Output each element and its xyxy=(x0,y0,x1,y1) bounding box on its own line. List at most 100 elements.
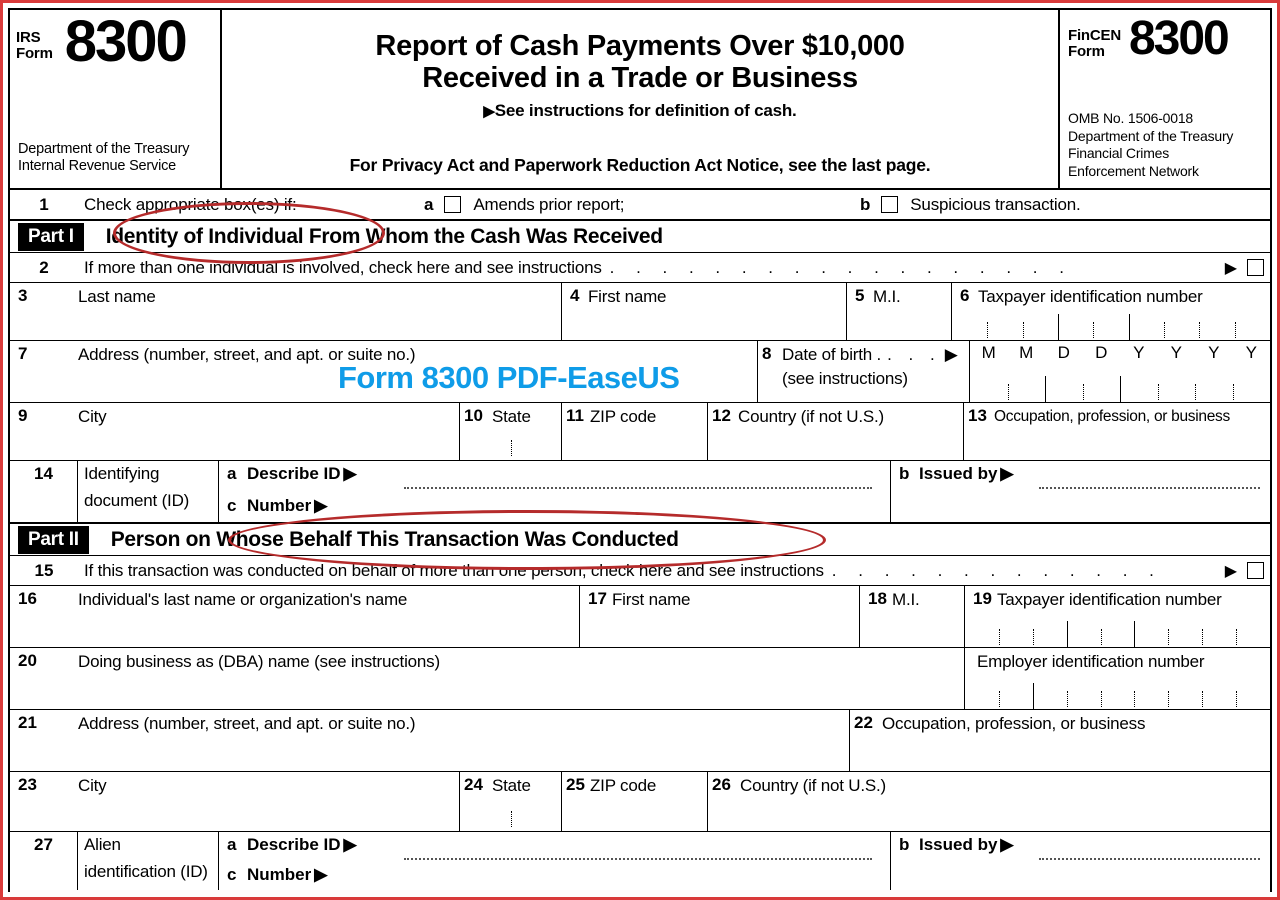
amends-prior-report-checkbox[interactable] xyxy=(443,195,461,213)
field-17-label: First name xyxy=(612,590,691,609)
field-10-state[interactable]: 10 State xyxy=(460,403,562,460)
field-18-middle-initial[interactable]: 18 M.I. xyxy=(860,586,965,647)
line-2-label: If more than one individual is involved,… xyxy=(84,257,602,277)
triangle-right-icon: ▶ xyxy=(944,345,958,364)
irs-form-label: IRS Form xyxy=(16,18,53,62)
field-14c-letter: c xyxy=(227,496,237,515)
field-10-number: 10 xyxy=(464,406,483,425)
fincen-form-label: FinCEN Form xyxy=(1068,18,1121,60)
line-1-option-b-label: Suspicious transaction. xyxy=(910,194,1081,214)
field-14b-entry-line[interactable] xyxy=(1039,487,1260,489)
field-8-date-of-birth[interactable]: 8 Date of birth . . . . ▶ (see instruction… xyxy=(758,341,970,402)
dob-h-y3: Y xyxy=(1208,343,1220,362)
row-20-dba-name: 20 Doing business as (DBA) name (see ins… xyxy=(10,648,1270,710)
field-14a-entry-line[interactable] xyxy=(404,487,872,489)
field-4-number: 4 xyxy=(570,286,580,305)
field-9-number: 9 xyxy=(18,406,28,425)
part-2-title: Person on Whose Behalf This Transaction … xyxy=(110,527,679,551)
part-1-title: Identity of Individual From Whom the Cas… xyxy=(105,224,663,248)
field-16-label: Individual's last name or organization's… xyxy=(78,590,408,609)
field-7-number: 7 xyxy=(18,344,28,363)
ein-grid[interactable] xyxy=(965,683,1270,709)
triangle-right-icon: ▶ xyxy=(1224,259,1237,277)
field-14-label-line2: document (ID) xyxy=(84,491,190,510)
field-18-label: M.I. xyxy=(892,590,920,609)
field-7-address[interactable]: 7 Address (number, street, and apt. or s… xyxy=(10,341,758,402)
field-27b-letter: b xyxy=(899,835,910,854)
field-6-number: 6 xyxy=(960,286,970,305)
field-19-number: 19 xyxy=(973,589,992,608)
field-4-first-name[interactable]: 4 First name xyxy=(562,283,847,340)
row-16-19: 16 Individual's last name or organizatio… xyxy=(10,586,1270,648)
dob-h-y2: Y xyxy=(1170,343,1182,362)
agency-line2: Internal Revenue Service xyxy=(18,158,177,175)
field-6-taxpayer-id-number[interactable]: 6 Taxpayer identification number xyxy=(952,283,1270,340)
field-9-city[interactable]: 9 City xyxy=(10,403,460,460)
field-5-middle-initial[interactable]: 5 M.I. xyxy=(847,283,952,340)
field-14c-label: Number ▶ xyxy=(247,496,328,515)
field-13-occupation[interactable]: 13 Occupation, profession, or business xyxy=(964,403,1270,460)
field-25-zip-code[interactable]: 25 ZIP code xyxy=(562,772,708,831)
field-14a-label: Describe ID ▶ xyxy=(247,464,357,483)
field-3-number: 3 xyxy=(18,286,28,305)
field-12-country[interactable]: 12 Country (if not U.S.) xyxy=(708,403,964,460)
line-1-option-a-label: Amends prior report; xyxy=(473,194,625,214)
agency-line1: Department of the Treasury xyxy=(18,140,190,157)
field-27b-entry-line[interactable] xyxy=(1039,858,1260,860)
irs-form-number: 8300 xyxy=(64,9,188,74)
field-16-last-or-org-name[interactable]: 16 Individual's last name or organizatio… xyxy=(10,586,580,647)
line-2-number: 2 xyxy=(39,257,49,277)
field-21-address[interactable]: 21 Address (number, street, and apt. or … xyxy=(10,710,850,771)
field-23-city[interactable]: 23 City xyxy=(10,772,460,831)
field-16-number: 16 xyxy=(18,589,37,608)
line-1-number: 1 xyxy=(39,194,49,214)
line-15-checkbox[interactable] xyxy=(1247,562,1264,579)
field-17-first-name[interactable]: 17 First name xyxy=(580,586,860,647)
omb-line2: Department of the Treasury xyxy=(1068,127,1234,144)
header-left-irs-block: IRS Form 8300 Department of the Treasury… xyxy=(10,10,222,188)
form-subtitle: ▶See instructions for definition of cash… xyxy=(222,101,1058,121)
field-22-number: 22 xyxy=(854,713,873,732)
field-14a-describe-id[interactable]: a Describe ID ▶ c Number ▶ xyxy=(219,461,891,522)
field-26-number: 26 xyxy=(712,775,731,794)
line-2-checkbox[interactable] xyxy=(1247,259,1264,276)
field-22-occupation[interactable]: 22 Occupation, profession, or business xyxy=(850,710,1270,771)
field-27a-entry-line[interactable] xyxy=(404,858,872,860)
field-24-number: 24 xyxy=(464,775,483,794)
field-24-state[interactable]: 24 State xyxy=(460,772,562,831)
field-20-employer-id-number[interactable]: Employer identification number xyxy=(965,648,1270,709)
suspicious-transaction-checkbox[interactable] xyxy=(880,195,898,213)
line-2-row: 2 If more than one individual is involve… xyxy=(10,253,1270,283)
field-27a-describe-id[interactable]: a Describe ID ▶ c Number ▶ xyxy=(219,832,891,890)
field-8-label: Date of birth . . . . ▶ xyxy=(782,345,958,365)
triangle-right-icon: ▶ xyxy=(1000,835,1014,854)
line-1-option-a-letter: a xyxy=(424,194,434,214)
field-26-label: Country (if not U.S.) xyxy=(740,776,887,795)
triangle-right-icon: ▶ xyxy=(483,102,495,120)
field-14b-issued-by[interactable]: b Issued by ▶ xyxy=(891,461,1270,522)
field-8-dob-grid[interactable]: M M D D Y Y Y Y xyxy=(970,341,1270,402)
form-header: IRS Form 8300 Department of the Treasury… xyxy=(10,10,1270,190)
row-7-8: 7 Address (number, street, and apt. or s… xyxy=(10,341,1270,403)
field-19-tin-grid[interactable] xyxy=(965,621,1270,647)
field-6-tin-grid[interactable] xyxy=(952,314,1270,340)
row-14-identifying-document: 14 Identifying document (ID) a Describe … xyxy=(10,461,1270,523)
field-27-number: 27 xyxy=(34,835,53,854)
line-1-option-b-letter: b xyxy=(860,194,871,214)
field-27b-label: Issued by ▶ xyxy=(919,835,1014,854)
field-5-number: 5 xyxy=(855,286,865,305)
field-5-label: M.I. xyxy=(873,287,901,306)
dob-entry-grid[interactable] xyxy=(970,376,1270,402)
omb-number: OMB No. 1506-0018 xyxy=(1068,110,1194,126)
field-11-zip-code[interactable]: 11 ZIP code xyxy=(562,403,708,460)
field-20-dba-name[interactable]: 20 Doing business as (DBA) name (see ins… xyxy=(10,648,965,709)
form-title-line2: Received in a Trade or Business xyxy=(422,62,858,95)
field-26-country[interactable]: 26 Country (if not U.S.) xyxy=(708,772,1270,831)
part-1-header: Part I Identity of Individual From Whom … xyxy=(10,220,1270,253)
form-subtitle-text: See instructions for definition of cash. xyxy=(494,100,797,120)
field-8-sub-label: (see instructions) xyxy=(782,369,908,388)
field-6-label: Taxpayer identification number xyxy=(978,287,1203,306)
field-3-last-name[interactable]: 3 Last name xyxy=(10,283,562,340)
field-19-taxpayer-id-number[interactable]: 19 Taxpayer identification number xyxy=(965,586,1270,647)
field-27b-issued-by[interactable]: b Issued by ▶ xyxy=(891,832,1270,890)
